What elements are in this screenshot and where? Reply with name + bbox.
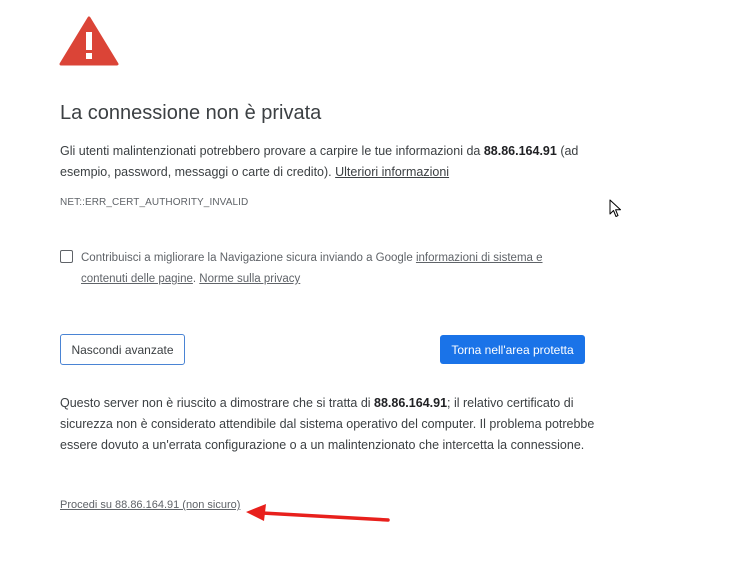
proceed-unsafe-link[interactable]: Procedi su 88.86.164.91 (non sicuro): [60, 499, 240, 511]
back-to-safety-button[interactable]: Torna nell'area protetta: [440, 335, 585, 364]
intro-text-part1: Gli utenti malintenzionati potrebbero pr…: [60, 144, 484, 158]
error-code: NET::ERR_CERT_AUTHORITY_INVALID: [60, 197, 249, 208]
intro-text: Gli utenti malintenzionati potrebbero pr…: [60, 141, 590, 183]
optin-text: Contribuisci a migliorare la Navigazione…: [81, 252, 416, 264]
hide-advanced-button[interactable]: Nascondi avanzate: [60, 334, 185, 365]
page-title: La connessione non è privata: [60, 102, 322, 124]
more-info-link[interactable]: Ulteriori informazioni: [335, 165, 449, 179]
privacy-policy-link[interactable]: Norme sulla privacy: [199, 273, 300, 285]
safe-browsing-checkbox[interactable]: [60, 250, 73, 263]
details-part1: Questo server non è riuscito a dimostrar…: [60, 396, 375, 410]
mouse-pointer-icon: [609, 199, 621, 217]
details-host: 88.86.164.91: [374, 396, 448, 410]
advanced-details-text: Questo server non è riuscito a dimostrar…: [60, 393, 595, 456]
safe-browsing-optin-text: Contribuisci a migliorare la Navigazione…: [81, 248, 551, 290]
intro-host: 88.86.164.91: [483, 144, 557, 158]
warning-triangle-icon: [59, 16, 119, 66]
red-arrow-annotation: [246, 504, 390, 522]
